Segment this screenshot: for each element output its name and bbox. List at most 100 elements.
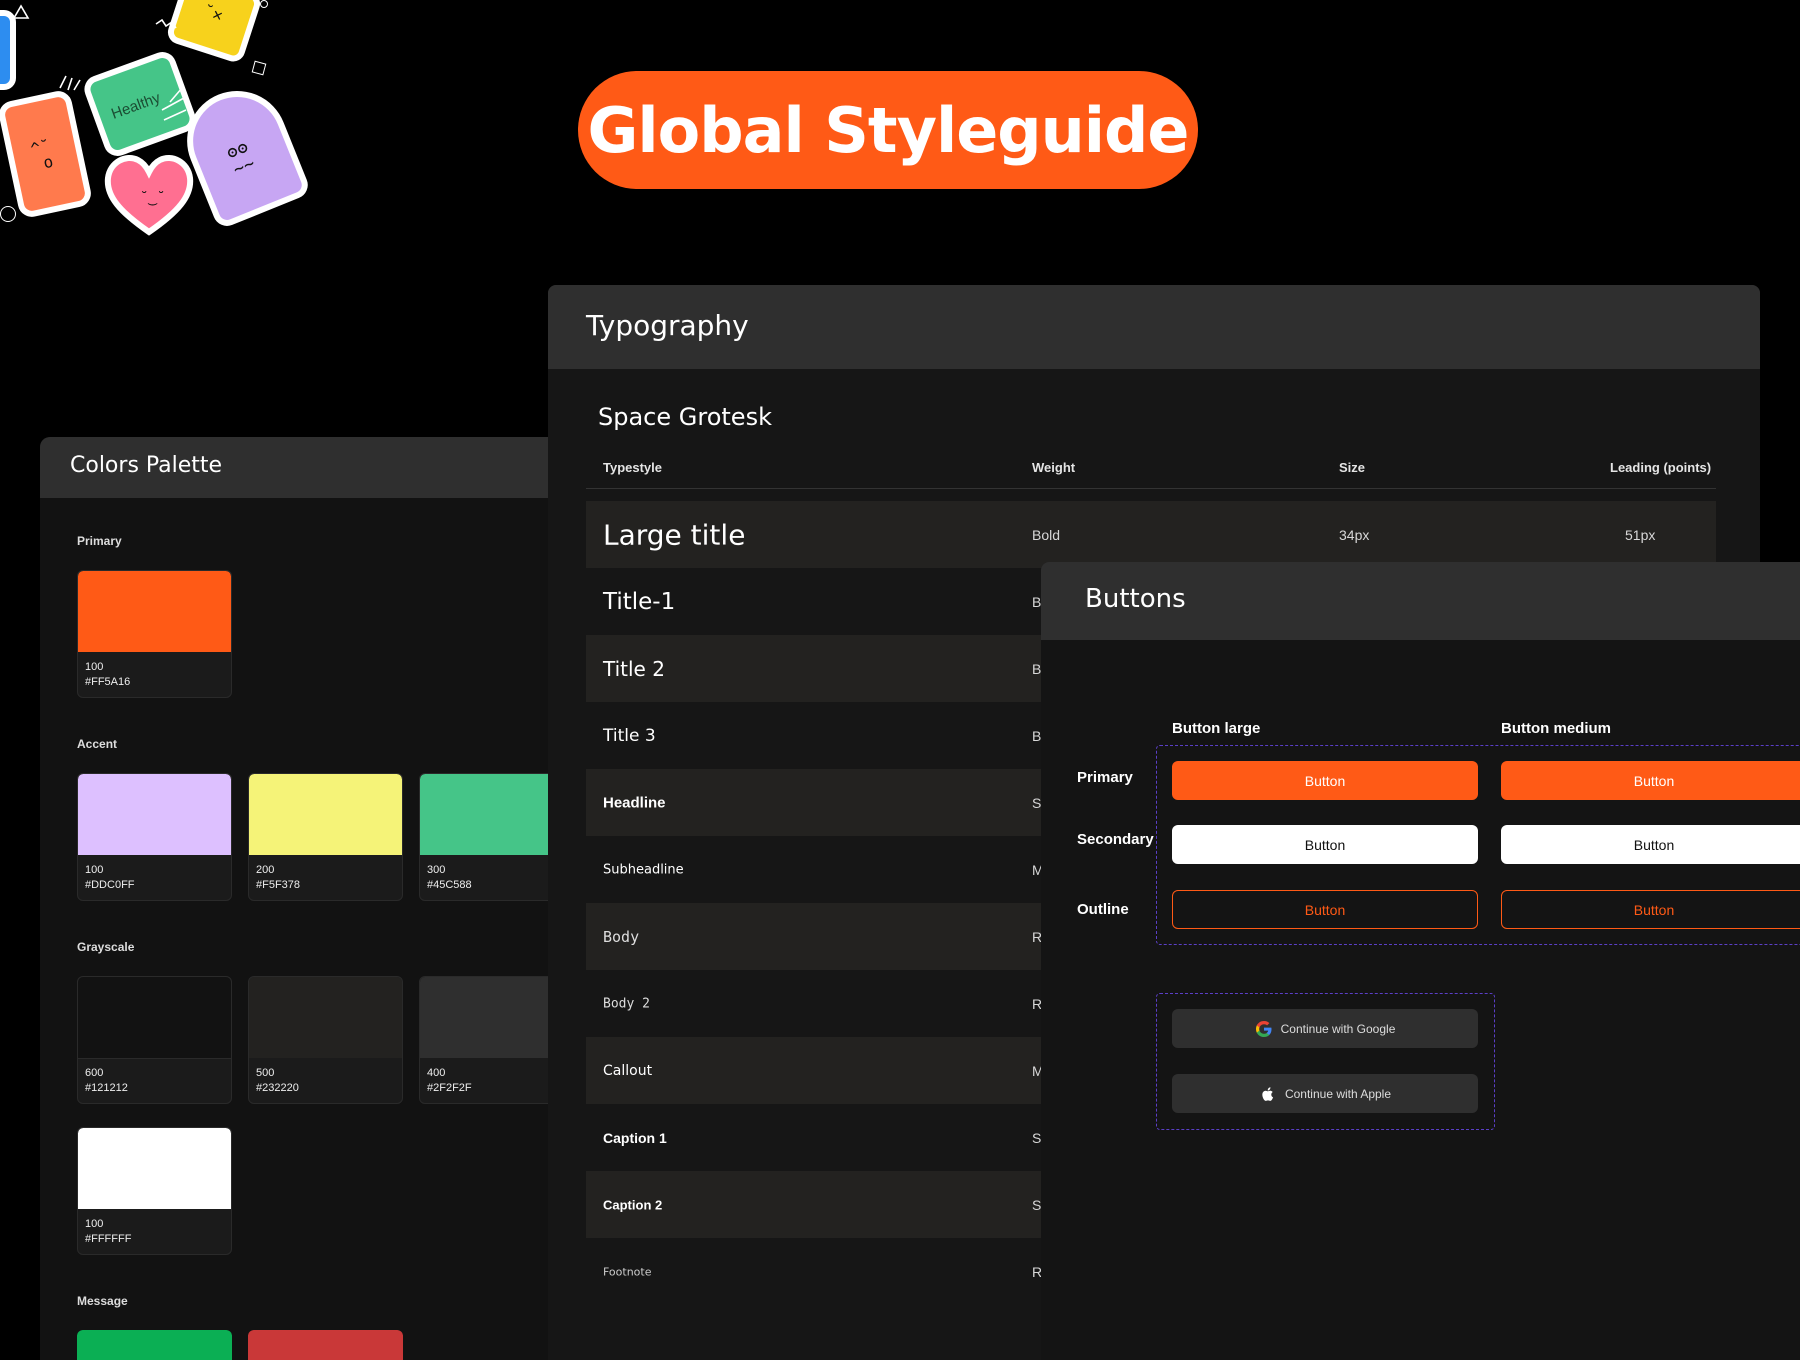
continue-with-google-button[interactable]: Continue with Google: [1172, 1009, 1478, 1048]
column-size: Size: [1339, 460, 1366, 475]
heart-icon: ˘‿˘: [104, 155, 194, 236]
swatch-shade: 300: [427, 864, 446, 876]
typestyle-name: Title 2: [603, 656, 665, 681]
column-weight: Weight: [1032, 460, 1076, 475]
sticker-cluster: ˘✕ Healthy ^˘ o ˘‿˘ ʘʘ ~~: [0, 0, 320, 250]
swatch-shade: 200: [256, 864, 275, 876]
color-swatch-grayscale-600[interactable]: 600 #121212: [77, 976, 232, 1104]
typography-header: Typography: [548, 285, 1760, 369]
typestyle-name: Title 3: [603, 725, 656, 746]
swatch-hex: #121212: [85, 1082, 128, 1094]
swatch-hex: #2F2F2F: [427, 1082, 472, 1094]
swatch-hex: #FFFFFF: [85, 1233, 132, 1245]
swatch-fill: [249, 977, 402, 1058]
swatch-shade: 100: [85, 661, 104, 673]
type-row-large-title[interactable]: Large title Bold 34px 51px: [586, 501, 1716, 568]
face-icon: ˘✕: [201, 0, 226, 26]
typestyle-weight: B: [1032, 660, 1042, 677]
square-icon: [251, 60, 267, 76]
primary-large-button[interactable]: Button: [1172, 761, 1478, 800]
swatch-shade: 600: [85, 1067, 104, 1079]
secondary-row-label: Secondary: [1077, 831, 1154, 848]
swatch-hex: #232220: [256, 1082, 299, 1094]
typestyle-name: Large title: [603, 518, 746, 551]
orange-sticker: ^˘ o: [0, 88, 94, 220]
typestyle-weight: Bold: [1032, 526, 1061, 543]
circle-icon: [0, 206, 16, 222]
typestyle-name: Body: [603, 927, 640, 946]
swatch-shade: 100: [85, 1218, 104, 1230]
swatch-shade: 500: [256, 1067, 275, 1079]
typestyle-name: Callout: [603, 1062, 653, 1079]
button-large-column-label: Button large: [1172, 720, 1261, 737]
color-swatch-message-success[interactable]: [77, 1330, 232, 1360]
burst-lines-icon: [161, 87, 187, 121]
face-icon: ʘʘ ~~: [223, 136, 259, 181]
swatch-hex: #DDC0FF: [85, 879, 135, 891]
buttons-header: Buttons: [1041, 562, 1800, 640]
swatch-hex: #45C588: [427, 879, 472, 891]
burst-lines-icon: [59, 75, 81, 91]
column-typestyle: Typestyle: [603, 460, 663, 475]
squiggle-icon: [155, 18, 177, 29]
outline-medium-button[interactable]: Button: [1501, 890, 1800, 929]
typestyle-name: Footnote: [603, 1265, 652, 1278]
google-icon: [1255, 1020, 1272, 1037]
typestyle-weight: B: [1032, 727, 1042, 744]
color-swatch-message-error[interactable]: [248, 1330, 403, 1360]
secondary-medium-button[interactable]: Button: [1501, 825, 1800, 864]
swatch-fill: [77, 1330, 232, 1360]
primary-medium-button[interactable]: Button: [1501, 761, 1800, 800]
color-swatch-accent-100[interactable]: 100 #DDC0FF: [77, 773, 232, 901]
apple-button-label: Continue with Apple: [1284, 1086, 1392, 1101]
typestyle-name: Subheadline: [603, 862, 684, 877]
button-medium-column-label: Button medium: [1501, 720, 1611, 737]
color-swatch-grayscale-500[interactable]: 500 #232220: [248, 976, 403, 1104]
typestyle-name: Body 2: [603, 996, 650, 1011]
swatch-fill: [78, 977, 231, 1059]
healthy-label: Healthy: [109, 89, 163, 123]
buttons-panel: Buttons Button large Button medium Prima…: [1041, 562, 1800, 1360]
typestyle-weight: S: [1032, 1129, 1042, 1146]
typestyle-name: Caption 1: [603, 1129, 667, 1146]
primary-section-label: Primary: [77, 534, 122, 548]
primary-row-label: Primary: [1077, 769, 1133, 786]
apple-icon: [1262, 1086, 1274, 1101]
typestyle-name: Headline: [603, 794, 666, 811]
typestyle-weight: S: [1032, 794, 1042, 811]
colors-palette-title: Colors Palette: [70, 453, 223, 478]
triangle-icon: [12, 4, 30, 19]
typestyle-size: 34px: [1339, 526, 1370, 543]
typestyle-leading: 51px: [1625, 526, 1656, 543]
outline-large-button[interactable]: Button: [1172, 890, 1478, 929]
accent-section-label: Accent: [77, 737, 118, 751]
swatch-shade: 100: [85, 864, 104, 876]
grayscale-section-label: Grayscale: [77, 940, 135, 954]
circle-icon: [260, 0, 268, 8]
typestyle-name: Title-1: [603, 588, 676, 615]
face-icon: ^˘ o: [28, 136, 55, 175]
secondary-large-button[interactable]: Button: [1172, 825, 1478, 864]
typestyle-weight: S: [1032, 1196, 1042, 1213]
svg-text:˘‿˘: ˘‿˘: [140, 190, 165, 206]
colors-palette-panel: Colors Palette Primary 100 #FF5A16 Accen…: [40, 437, 600, 1360]
color-swatch-primary-100[interactable]: 100 #FF5A16: [77, 570, 232, 698]
color-swatch-accent-200[interactable]: 200 #F5F378: [248, 773, 403, 901]
message-section-label: Message: [77, 1294, 128, 1308]
google-button-label: Continue with Google: [1280, 1021, 1396, 1036]
swatch-hex: #FF5A16: [85, 676, 131, 688]
swatch-fill: [78, 571, 231, 652]
font-family-name: Space Grotesk: [598, 403, 772, 431]
swatch-fill: [248, 1330, 403, 1360]
swatch-shade: 400: [427, 1067, 446, 1079]
typestyle-weight: B: [1032, 593, 1042, 610]
swatch-fill: [78, 1128, 231, 1209]
color-swatch-grayscale-100[interactable]: 100 #FFFFFF: [77, 1127, 232, 1255]
header-divider: [586, 488, 1716, 489]
typestyle-name: Caption 2: [603, 1197, 663, 1212]
continue-with-apple-button[interactable]: Continue with Apple: [1172, 1074, 1478, 1113]
column-leading: Leading (points): [1610, 460, 1712, 475]
buttons-title: Buttons: [1085, 584, 1186, 614]
swatch-fill: [78, 774, 231, 855]
blue-sticker: [0, 10, 16, 90]
